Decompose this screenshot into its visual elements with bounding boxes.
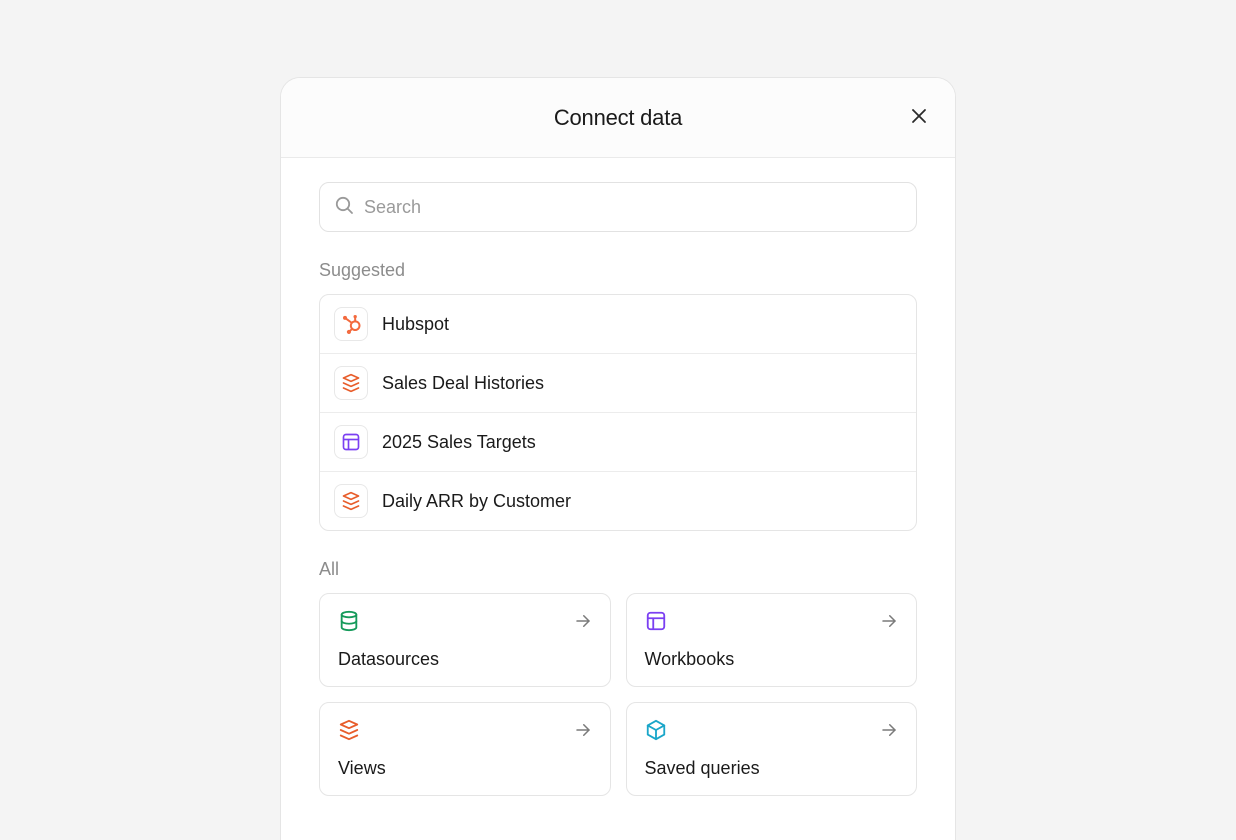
- close-button[interactable]: [905, 104, 933, 132]
- list-item-label: Hubspot: [382, 314, 449, 335]
- suggested-list: Hubspot Sales Deal Histories: [319, 294, 917, 531]
- views-icon: [334, 366, 368, 400]
- cube-icon: [645, 719, 667, 746]
- arrow-right-icon: [880, 721, 898, 744]
- suggested-label: Suggested: [319, 260, 917, 281]
- list-item-label: Sales Deal Histories: [382, 373, 544, 394]
- suggested-item-daily-arr-by-customer[interactable]: Daily ARR by Customer: [320, 472, 916, 530]
- search-field[interactable]: [319, 182, 917, 232]
- card-datasources[interactable]: Datasources: [319, 593, 611, 687]
- list-item-label: 2025 Sales Targets: [382, 432, 536, 453]
- all-label: All: [319, 559, 917, 580]
- connect-data-modal: Connect data Suggested: [280, 77, 956, 840]
- card-views[interactable]: Views: [319, 702, 611, 796]
- card-title: Views: [338, 758, 592, 779]
- arrow-right-icon: [574, 721, 592, 744]
- workbook-icon: [645, 610, 667, 637]
- card-title: Saved queries: [645, 758, 899, 779]
- workbook-icon: [334, 425, 368, 459]
- modal-body: Suggested Hubspot: [281, 158, 955, 836]
- suggested-item-sales-deal-histories[interactable]: Sales Deal Histories: [320, 354, 916, 413]
- hubspot-icon: [334, 307, 368, 341]
- all-grid: Datasources: [319, 593, 917, 796]
- search-input[interactable]: [364, 197, 902, 218]
- suggested-item-hubspot[interactable]: Hubspot: [320, 295, 916, 354]
- views-icon: [334, 484, 368, 518]
- card-saved-queries[interactable]: Saved queries: [626, 702, 918, 796]
- modal-title: Connect data: [554, 105, 682, 131]
- search-icon: [334, 195, 354, 220]
- arrow-right-icon: [880, 612, 898, 635]
- card-title: Workbooks: [645, 649, 899, 670]
- modal-header: Connect data: [281, 78, 955, 158]
- views-icon: [338, 719, 360, 746]
- datasource-icon: [338, 610, 360, 637]
- suggested-item-2025-sales-targets[interactable]: 2025 Sales Targets: [320, 413, 916, 472]
- card-title: Datasources: [338, 649, 592, 670]
- close-icon: [910, 107, 928, 128]
- arrow-right-icon: [574, 612, 592, 635]
- card-workbooks[interactable]: Workbooks: [626, 593, 918, 687]
- list-item-label: Daily ARR by Customer: [382, 491, 571, 512]
